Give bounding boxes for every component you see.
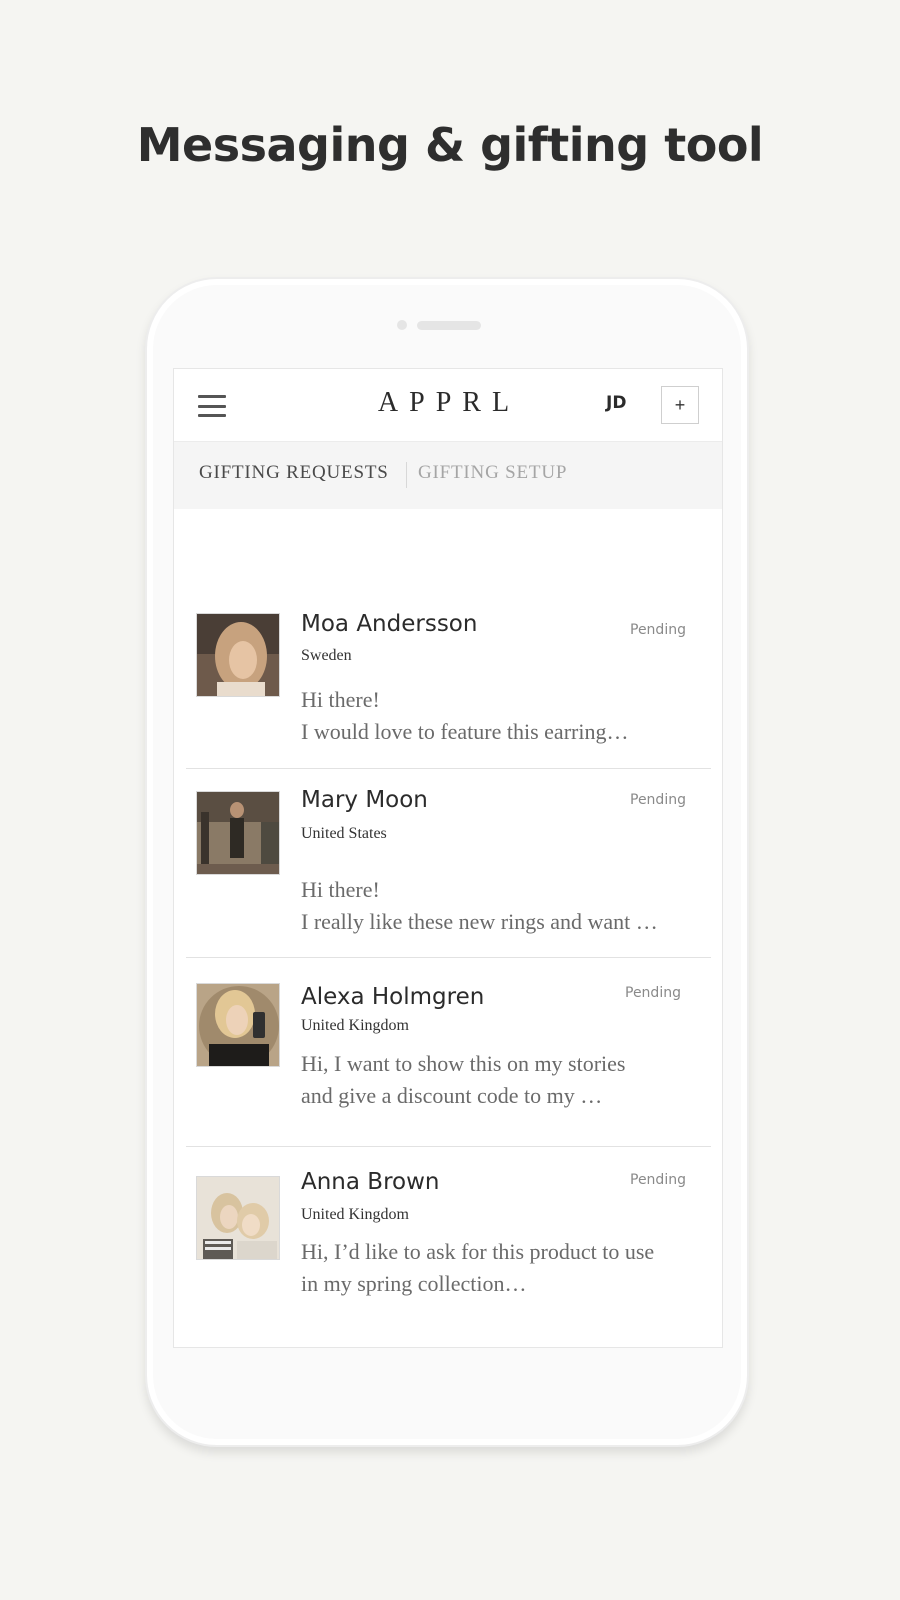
message-preview: Hi there! I would love to feature this e…	[301, 684, 701, 748]
message-line: I would love to feature this earring…	[301, 719, 629, 744]
app-screen: APPRL JD + GIFTING REQUESTS GIFTING SETU…	[173, 368, 723, 1348]
requester-name: Alexa Holmgren	[301, 984, 485, 1010]
hamburger-menu-icon[interactable]	[198, 395, 226, 417]
requester-country: United Kingdom	[301, 1206, 409, 1223]
phone-camera	[397, 320, 407, 330]
request-item[interactable]: Moa Andersson Sweden Pending Hi there! I…	[186, 509, 711, 769]
requester-country: Sweden	[301, 647, 352, 664]
status-badge: Pending	[630, 792, 686, 808]
app-header: APPRL JD +	[174, 369, 722, 441]
avatar	[196, 791, 280, 875]
message-line: I really like these new rings and want …	[301, 909, 658, 934]
message-line: Hi, I want to show this on my stories	[301, 1051, 626, 1076]
apprl-logo: APPRL	[377, 387, 521, 418]
request-item[interactable]: Mary Moon United States Pending Hi there…	[186, 769, 711, 958]
avatar	[196, 1176, 280, 1260]
avatar	[196, 613, 280, 697]
requester-country: United States	[301, 825, 387, 842]
message-preview: Hi, I’d like to ask for this product to …	[301, 1236, 701, 1300]
status-badge: Pending	[625, 985, 681, 1001]
requester-country: United Kingdom	[301, 1017, 409, 1034]
avatar	[196, 983, 280, 1067]
request-item[interactable]: Alexa Holmgren United Kingdom Pending Hi…	[186, 958, 711, 1147]
user-initials-button[interactable]: JD	[606, 393, 626, 413]
requester-name: Mary Moon	[301, 787, 428, 813]
tab-gifting-requests[interactable]: GIFTING REQUESTS	[199, 462, 389, 484]
phone-speaker	[417, 321, 481, 330]
message-line: Hi there!	[301, 877, 380, 902]
message-line: and give a discount code to my …	[301, 1083, 603, 1108]
request-item[interactable]: Anna Brown United Kingdom Pending Hi, I’…	[186, 1147, 711, 1337]
tab-bar: GIFTING REQUESTS GIFTING SETUP	[174, 441, 722, 509]
status-badge: Pending	[630, 1172, 686, 1188]
message-line: in my spring collection…	[301, 1271, 527, 1296]
status-badge: Pending	[630, 622, 686, 638]
tab-divider	[406, 462, 407, 488]
message-preview: Hi there! I really like these new rings …	[301, 874, 701, 938]
requester-name: Moa Andersson	[301, 611, 478, 637]
requester-name: Anna Brown	[301, 1169, 440, 1195]
tab-gifting-setup[interactable]: GIFTING SETUP	[418, 462, 567, 484]
page-headline: Messaging & gifting tool	[136, 118, 764, 172]
message-preview: Hi, I want to show this on my stories an…	[301, 1048, 701, 1112]
phone-frame: APPRL JD + GIFTING REQUESTS GIFTING SETU…	[145, 277, 749, 1447]
message-line: Hi there!	[301, 687, 380, 712]
message-line: Hi, I’d like to ask for this product to …	[301, 1239, 655, 1264]
add-button[interactable]: +	[661, 386, 699, 424]
